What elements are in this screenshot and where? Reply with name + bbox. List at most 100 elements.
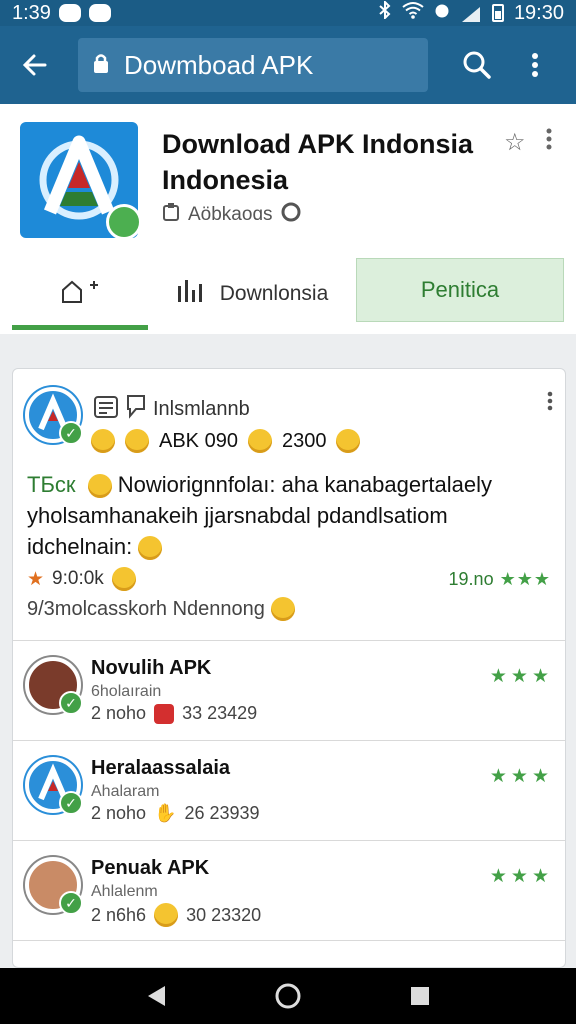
tab-downloads[interactable]: Downlonsia <box>148 258 356 330</box>
verified-check-icon: ✓ <box>59 791 83 815</box>
tab-bar: Downlonsia Penitica <box>12 258 564 330</box>
wink-emoji-icon <box>270 597 295 621</box>
post-stats: ABK 090 2300 <box>91 429 361 453</box>
lock-icon <box>92 50 110 81</box>
verified-check-icon: ✓ <box>59 421 83 445</box>
battery-icon <box>491 4 504 22</box>
alarm-icon <box>434 1 450 25</box>
list-item-name: Heralaassalaia <box>91 757 231 779</box>
list-item-stars: ★★★ <box>489 766 553 787</box>
list-item-sub: Ahalaram <box>91 783 160 800</box>
post-right-stat-value: 19.no <box>448 569 494 589</box>
app-logo <box>20 122 142 240</box>
post-footnote: 9/3molcasskorh Ndennong <box>27 597 295 621</box>
verified-badge <box>106 204 142 240</box>
list-item-sub: 6holaırain <box>91 683 162 700</box>
info-icon <box>281 202 301 228</box>
smile-emoji-icon <box>154 903 179 927</box>
list-item-sub: Ahlalenm <box>91 883 158 900</box>
search-icon[interactable] <box>454 42 500 88</box>
status-time-right: 19:30 <box>513 1 564 24</box>
hug-emoji-icon <box>138 536 163 561</box>
publisher-name: Aöbkaoɑs <box>188 204 273 225</box>
app-notification-icon <box>88 4 111 22</box>
post-footnote-text: 9/3molcasskorh Ndennong <box>27 597 265 620</box>
list-item-meta: 2 n6h6 30 23320 <box>91 903 261 927</box>
list-item-meta-a: 2 n6h6 <box>91 904 147 925</box>
star-icon: ★ <box>27 568 45 590</box>
post-author[interactable]: Inlsmlannb <box>93 393 250 425</box>
app-bar: Dowmboad APK <box>0 26 576 104</box>
status-time: 1:39 <box>12 1 51 24</box>
post-rating: ★ 9:0:0k <box>27 567 136 591</box>
wifi-icon <box>402 1 424 25</box>
calendar-icon <box>93 393 119 425</box>
app-title: Download APK Indonsia Indonesia <box>162 129 474 195</box>
pin-icon <box>125 393 147 425</box>
search-field[interactable]: Dowmboad APK <box>78 38 428 92</box>
post-stars: ★★★ <box>499 569 551 589</box>
list-item-stars: ★★★ <box>489 866 553 887</box>
message-notification-icon <box>58 4 81 22</box>
post-stats-a: ABK 090 <box>159 429 238 452</box>
list-item-meta-a: 2 noho <box>91 703 147 723</box>
verified-check-icon: ✓ <box>59 691 83 715</box>
feed-card: ✓ Inlsmlannb ABK 090 2300 TБcк Nowiorign… <box>12 368 566 968</box>
arrow-left-icon[interactable] <box>12 42 58 88</box>
post-body-line3: idchelnain: <box>27 534 133 559</box>
list-item-meta-b: 33 23429 <box>182 703 258 723</box>
list-item-meta-b: 30 23320 <box>186 904 262 925</box>
post-body-line1: Nowiorignnfolaı: aha kanabagertalaely <box>117 472 493 497</box>
flag-icon <box>154 703 175 724</box>
app-publisher[interactable]: Aöbkaoɑs <box>162 202 301 228</box>
list-item-meta-b: 26 23939 <box>184 803 260 823</box>
post-body-line2: yholsamhanakeih jjarsnabdal pdandlsatiom <box>27 503 448 528</box>
post-logo: ✓ <box>25 387 83 445</box>
bar-chart-icon <box>176 278 204 310</box>
publisher-icon <box>162 202 180 228</box>
list-item-stars: ★★★ <box>489 666 553 687</box>
avatar-emoji-icon <box>87 474 112 499</box>
post-author-name: Inlsmlannb <box>153 397 250 420</box>
avatar: ✓ <box>25 757 83 815</box>
more-vert-icon[interactable] <box>547 391 553 417</box>
grin-emoji-icon <box>111 567 136 591</box>
signal-icon <box>460 5 482 22</box>
post-tag: TБcк <box>27 472 76 497</box>
search-field-text: Dowmboad APK <box>124 49 314 80</box>
more-vert-icon[interactable] <box>546 128 552 156</box>
avatar: ✓ <box>25 857 83 915</box>
home-plus-icon <box>60 278 100 310</box>
featured-post[interactable]: ✓ Inlsmlannb ABK 090 2300 TБcк Nowiorign… <box>13 369 565 641</box>
star-outline-icon[interactable]: ☆ <box>504 128 526 157</box>
list-item[interactable]: ✓ Penuak APK Ahlalenm 2 n6h6 30 23320 ★★… <box>13 841 565 941</box>
tab-home[interactable] <box>12 258 148 330</box>
smile-emoji-icon <box>91 429 115 453</box>
status-bar: 1:39 19:30 <box>0 0 576 26</box>
nav-home-icon[interactable] <box>268 976 308 1016</box>
bluetooth-icon <box>378 0 392 25</box>
tab-selected[interactable]: Penitica <box>356 258 564 322</box>
more-vert-icon[interactable] <box>512 42 558 88</box>
system-nav-bar <box>0 968 576 1024</box>
nav-recents-icon[interactable] <box>400 976 440 1016</box>
smile-emoji-icon <box>125 429 149 453</box>
post-body: TБcк Nowiorignnfolaı: aha kanabagertalae… <box>27 469 557 562</box>
list-item-name: Penuak APK <box>91 857 210 879</box>
wave-emoji-icon: ✋ <box>154 803 177 823</box>
post-right-stat: 19.no ★★★ <box>449 569 551 590</box>
avatar: ✓ <box>25 657 83 715</box>
list-item-name: Novulih APK <box>91 657 212 679</box>
list-item[interactable]: ✓ Novulih APK 6holaırain 2 noho 33 23429… <box>13 641 565 741</box>
list-item-meta: 2 noho 33 23429 <box>91 703 257 724</box>
tab-downloads-label: Downlonsia <box>219 282 329 305</box>
post-rating-value: 9:0:0k <box>52 568 104 589</box>
list-item[interactable]: ✓ Heralaassalaia Ahalaram 2 noho ✋ 26 23… <box>13 741 565 841</box>
smile-emoji-icon <box>247 429 272 453</box>
list-item-meta-a: 2 noho <box>91 803 147 823</box>
verified-check-icon: ✓ <box>59 891 83 915</box>
nav-back-icon[interactable] <box>136 976 176 1016</box>
smile-emoji-icon <box>336 429 361 453</box>
post-stats-b: 2300 <box>281 429 327 452</box>
list-item-meta: 2 noho ✋ 26 23939 <box>91 803 260 824</box>
